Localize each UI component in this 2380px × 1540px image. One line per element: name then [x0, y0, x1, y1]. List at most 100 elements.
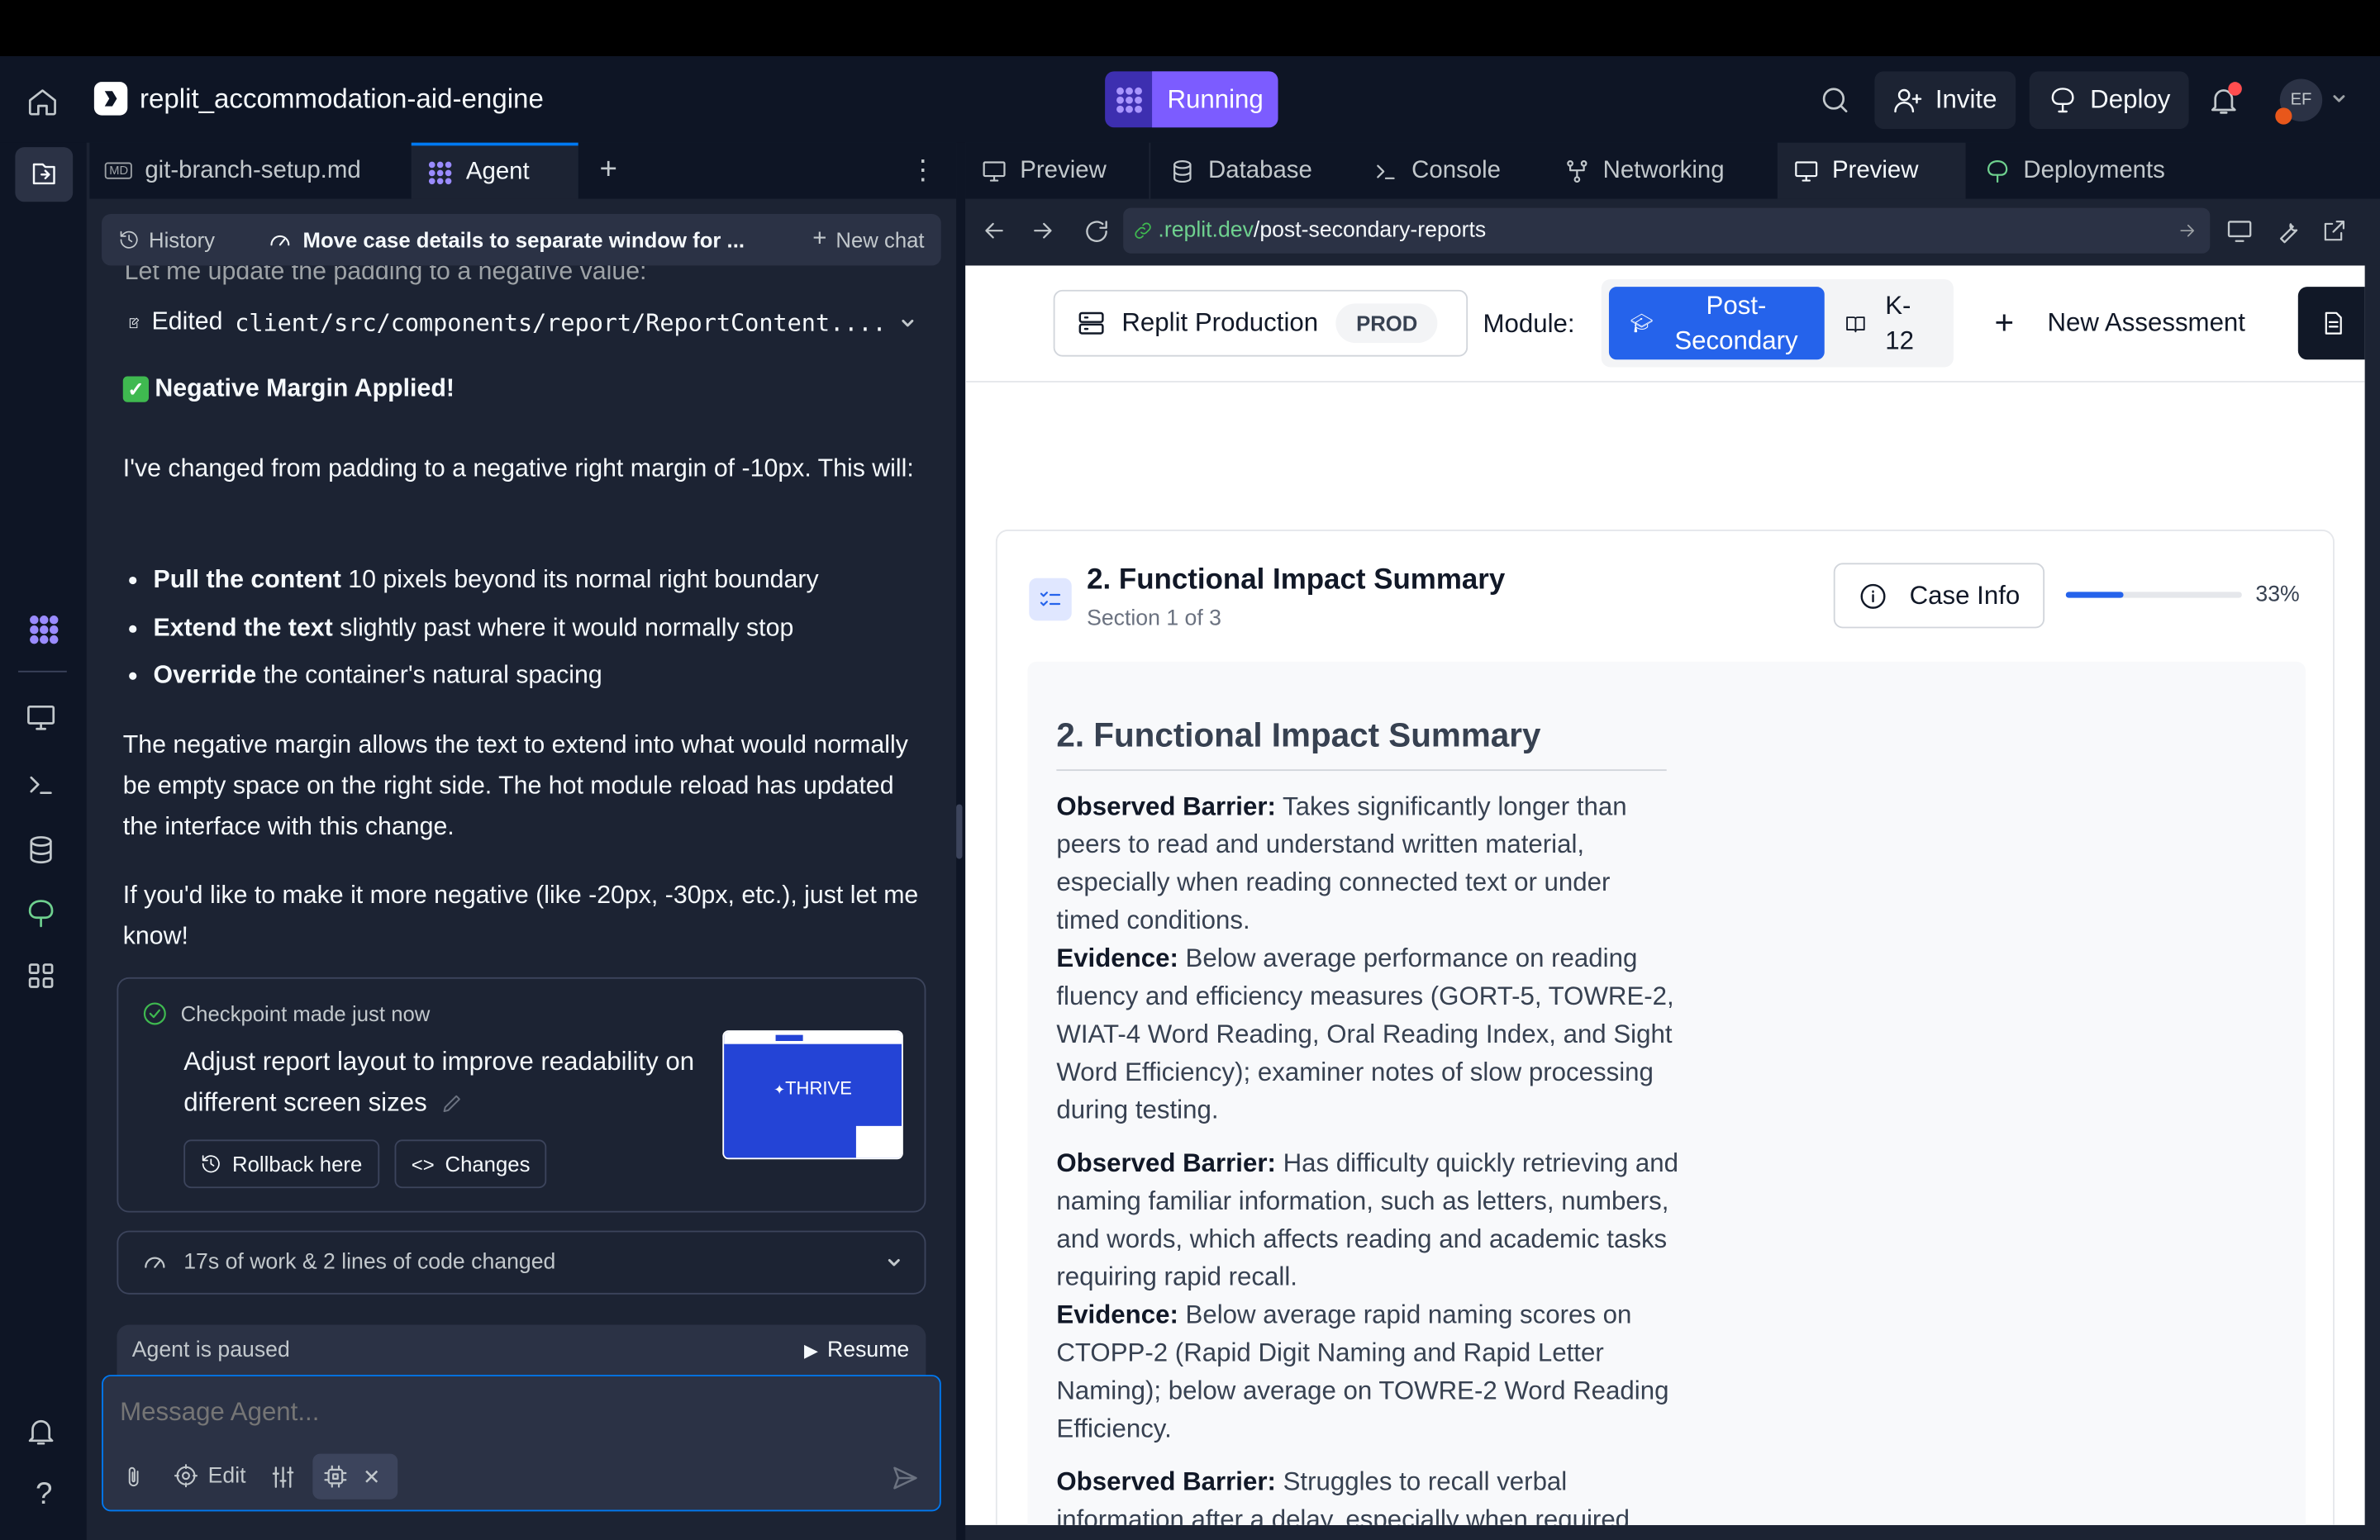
check-emoji-icon: ✓	[122, 376, 150, 402]
back-arrow-icon[interactable]	[981, 217, 1008, 245]
edit-mode-button[interactable]: Edit	[173, 1463, 246, 1489]
tab-preview-2-label: Preview	[1831, 157, 1919, 183]
preview-panel: Preview Database Console Networking Prev…	[965, 142, 2380, 1540]
chat-title[interactable]: Move case details to separate window for…	[266, 227, 745, 253]
list-item: Pull the content 10 pixels beyond its no…	[154, 560, 921, 601]
environment-name: Replit Production	[1121, 307, 1319, 337]
deployments-icon	[1987, 159, 2008, 183]
message-input[interactable]	[120, 1391, 925, 1434]
target-icon	[174, 1464, 198, 1488]
browser-toolbar: .replit.dev /post-secondary-reports	[965, 198, 2380, 266]
help-icon[interactable]: ?	[24, 1478, 64, 1518]
sparkle-icon: ✦	[774, 1081, 786, 1097]
rail-preview-button[interactable]	[24, 701, 64, 741]
new-assessment-label: New Assessment	[2047, 307, 2245, 337]
module-post-secondary-button[interactable]: 🎓︎ Post- Secondary	[1608, 287, 1825, 360]
project-icon	[93, 82, 128, 116]
workspace-header: replit_accommodation-aid-engine Running …	[0, 55, 2380, 143]
resume-label: Resume	[827, 1338, 910, 1363]
rail-alerts-button[interactable]	[24, 1414, 64, 1454]
add-tab-icon[interactable]: +	[600, 154, 617, 188]
history-button[interactable]: History	[118, 228, 215, 252]
rail-agent-button[interactable]	[24, 610, 64, 649]
tab-file[interactable]: MD git-branch-setup.md	[89, 142, 412, 199]
chevron-down-icon[interactable]	[898, 313, 916, 331]
rail-files-button[interactable]	[15, 147, 74, 202]
tab-agent[interactable]: Agent	[411, 142, 578, 199]
new-chat-button[interactable]: + New chat	[812, 226, 924, 254]
send-icon[interactable]	[889, 1463, 920, 1494]
progress-track	[2065, 592, 2242, 598]
go-arrow-icon[interactable]	[2177, 220, 2198, 241]
settings-sliders-icon[interactable]	[269, 1463, 298, 1492]
plus-icon: +	[812, 226, 827, 252]
work-summary[interactable]: 17s of work & 2 lines of code changed	[117, 1230, 926, 1295]
run-button[interactable]: Running	[1105, 71, 1279, 128]
database-icon	[1173, 159, 1192, 183]
panel-resize-handle[interactable]	[956, 804, 963, 859]
monitor-icon	[27, 705, 55, 730]
edited-file-path: client/src/components/report/ReportConte…	[235, 308, 887, 336]
tab-preview-1[interactable]: Preview	[965, 142, 1151, 199]
home-icon[interactable]	[26, 85, 59, 118]
environment-selector[interactable]: Replit Production PROD	[1053, 289, 1468, 357]
deploy-button[interactable]: Deploy	[2029, 71, 2189, 130]
agent-panel: MD git-branch-setup.md Agent + ⋮ History…	[86, 142, 957, 1540]
search-icon[interactable]	[1818, 83, 1851, 116]
reload-icon[interactable]	[1083, 217, 1111, 246]
report-document-button[interactable]	[2297, 287, 2365, 360]
project-name[interactable]: replit_accommodation-aid-engine	[140, 83, 544, 116]
tab-database[interactable]: Database	[1154, 143, 1354, 199]
forward-arrow-icon[interactable]	[1029, 217, 1056, 245]
content-title: 2. Functional Impact Summary	[1056, 716, 1667, 772]
markdown-file-icon: MD	[104, 162, 133, 179]
rollback-button[interactable]: Rollback here	[183, 1139, 379, 1189]
rail-database-button[interactable]	[24, 833, 64, 872]
edited-file-row[interactable]: Edited client/src/components/report/Repo…	[127, 308, 916, 337]
rail-apps-button[interactable]	[24, 959, 64, 999]
chat-scroll[interactable]: Let me update the padding to a negative …	[87, 265, 956, 1328]
tab-database-label: Database	[1208, 157, 1312, 183]
checkpoint-thumbnail[interactable]: ✦THRIVE	[722, 1030, 903, 1160]
url-bar[interactable]: .replit.dev /post-secondary-reports	[1123, 207, 2211, 254]
thumbnail-nav-chip	[775, 1034, 803, 1042]
extended-thinking-chip[interactable]: ✕	[312, 1453, 398, 1500]
resume-button[interactable]: ▶ Resume	[804, 1338, 909, 1362]
rail-console-button[interactable]	[24, 768, 64, 807]
checkpoint-label-row: Checkpoint made just now	[141, 1000, 431, 1027]
deploy-icon	[2048, 85, 2078, 116]
module-k12-button[interactable]: K- 12	[1844, 287, 1944, 359]
invite-button[interactable]: Invite	[1874, 71, 2016, 130]
message-bullets: Pull the content 10 pixels beyond its no…	[154, 560, 921, 696]
message-cut-line: Let me update the padding to a negative …	[124, 265, 647, 286]
more-options-icon[interactable]: ⋮	[909, 154, 936, 187]
chevron-down-icon[interactable]	[2330, 89, 2348, 107]
device-preview-icon[interactable]	[2225, 217, 2254, 246]
tab-preview-2[interactable]: Preview	[1777, 142, 1966, 199]
message-paragraph-3: If you'd like to make it more negative (…	[122, 882, 919, 950]
url-domain: .replit.dev	[1158, 218, 1254, 243]
message-paragraph-1: I've changed from padding to a negative …	[122, 455, 914, 483]
pencil-icon[interactable]	[440, 1091, 464, 1115]
edit-file-icon	[129, 316, 140, 328]
tab-deployments[interactable]: Deployments	[1968, 143, 2211, 199]
chat-title-label: Move case details to separate window for…	[302, 227, 745, 252]
devtools-wrench-icon[interactable]	[2273, 217, 2302, 246]
chat-header: History Move case details to separate wi…	[102, 213, 941, 266]
history-icon	[120, 231, 138, 249]
tab-networking[interactable]: Networking	[1548, 143, 1776, 199]
tab-deployments-label: Deployments	[2023, 157, 2165, 183]
open-new-window-icon[interactable]	[2320, 217, 2348, 245]
attach-icon[interactable]	[121, 1463, 145, 1490]
new-assessment-button[interactable]: + New Assessment	[1994, 290, 2245, 357]
close-icon[interactable]: ✕	[363, 1464, 381, 1490]
agent-icon	[30, 616, 59, 644]
case-info-button[interactable]: Case Info	[1833, 563, 2045, 629]
rail-deployments-button[interactable]	[24, 897, 64, 937]
tab-console[interactable]: Console	[1357, 143, 1545, 199]
add-user-icon	[1892, 85, 1923, 116]
notifications-bell-icon[interactable]	[2207, 82, 2242, 116]
section-title: 2. Functional Impact Summary	[1087, 564, 1506, 597]
chevron-down-icon[interactable]	[885, 1253, 903, 1271]
changes-button[interactable]: <> Changes	[394, 1139, 547, 1189]
